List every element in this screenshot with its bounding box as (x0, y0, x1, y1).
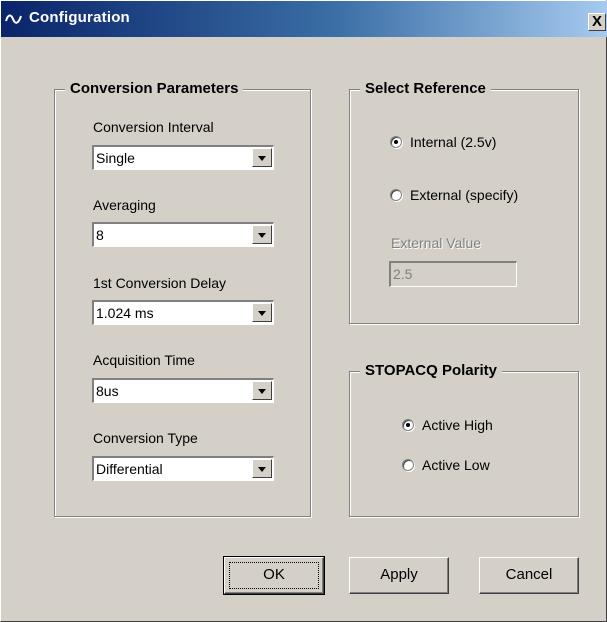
averaging-select[interactable]: 8 (92, 222, 274, 247)
first-conversion-delay-dropdown-button[interactable] (252, 303, 272, 322)
window-title: Configuration (29, 9, 130, 26)
stopacq-polarity-group: STOPACQ Polarity Active High Active Low (349, 362, 579, 517)
conversion-parameters-group: Conversion Parameters Conversion Interva… (54, 80, 311, 517)
radio-button[interactable] (402, 419, 414, 431)
first-conversion-delay-value: 1.024 ms (96, 305, 154, 321)
ok-button-label: OK (263, 566, 285, 583)
radio-button[interactable] (402, 459, 414, 471)
chevron-down-icon (258, 389, 266, 394)
close-button[interactable]: X (588, 13, 606, 31)
first-conversion-delay-select[interactable]: 1.024 ms (92, 300, 274, 325)
conversion-type-select[interactable]: Differential (92, 456, 274, 481)
conversion-type-value: Differential (96, 461, 163, 477)
radio-button[interactable] (390, 189, 402, 201)
apply-button-label: Apply (380, 566, 418, 583)
active-high-label: Active High (422, 417, 493, 433)
averaging-dropdown-button[interactable] (252, 225, 272, 244)
select-reference-group: Select Reference Internal (2.5v) Externa… (349, 80, 579, 324)
external-value-label: External Value (391, 235, 482, 251)
chevron-down-icon (258, 233, 266, 238)
acquisition-time-select[interactable]: 8us (92, 378, 274, 403)
acquisition-time-dropdown-button[interactable] (252, 381, 272, 400)
external-reference-label: External (specify) (410, 187, 519, 203)
conversion-interval-label: Conversion Interval (93, 119, 214, 135)
cancel-button-label: Cancel (505, 566, 553, 583)
conversion-interval-value: Single (96, 150, 135, 166)
ok-button[interactable]: OK (223, 556, 325, 595)
external-value-input: 2.5 (389, 261, 517, 287)
radio-selected-dot (394, 140, 398, 144)
conversion-type-label: Conversion Type (93, 430, 198, 446)
radio-selected-dot (406, 423, 410, 427)
conversion-type-dropdown-button[interactable] (252, 459, 272, 478)
chevron-down-icon (258, 311, 266, 316)
stopacq-polarity-title: STOPACQ Polarity (360, 362, 502, 379)
active-low-label: Active Low (422, 457, 490, 473)
apply-button[interactable]: Apply (349, 557, 449, 594)
configuration-dialog: Configuration X Conversion Parameters Co… (0, 0, 607, 622)
conversion-interval-select[interactable]: Single (92, 145, 274, 170)
first-conversion-delay-label: 1st Conversion Delay (93, 275, 227, 291)
cancel-button[interactable]: Cancel (479, 557, 579, 594)
chevron-down-icon (258, 467, 266, 472)
radio-button[interactable] (390, 136, 402, 148)
averaging-value: 8 (96, 227, 104, 243)
acquisition-time-label: Acquisition Time (93, 352, 195, 368)
conversion-parameters-title: Conversion Parameters (65, 80, 244, 97)
select-reference-title: Select Reference (360, 80, 491, 97)
conversion-interval-dropdown-button[interactable] (252, 148, 272, 167)
waveform-icon (5, 14, 22, 24)
acquisition-time-value: 8us (96, 383, 119, 399)
title-bar[interactable]: Configuration (1, 1, 607, 37)
averaging-label: Averaging (93, 197, 156, 213)
internal-reference-label: Internal (2.5v) (410, 134, 497, 150)
chevron-down-icon (258, 156, 266, 161)
